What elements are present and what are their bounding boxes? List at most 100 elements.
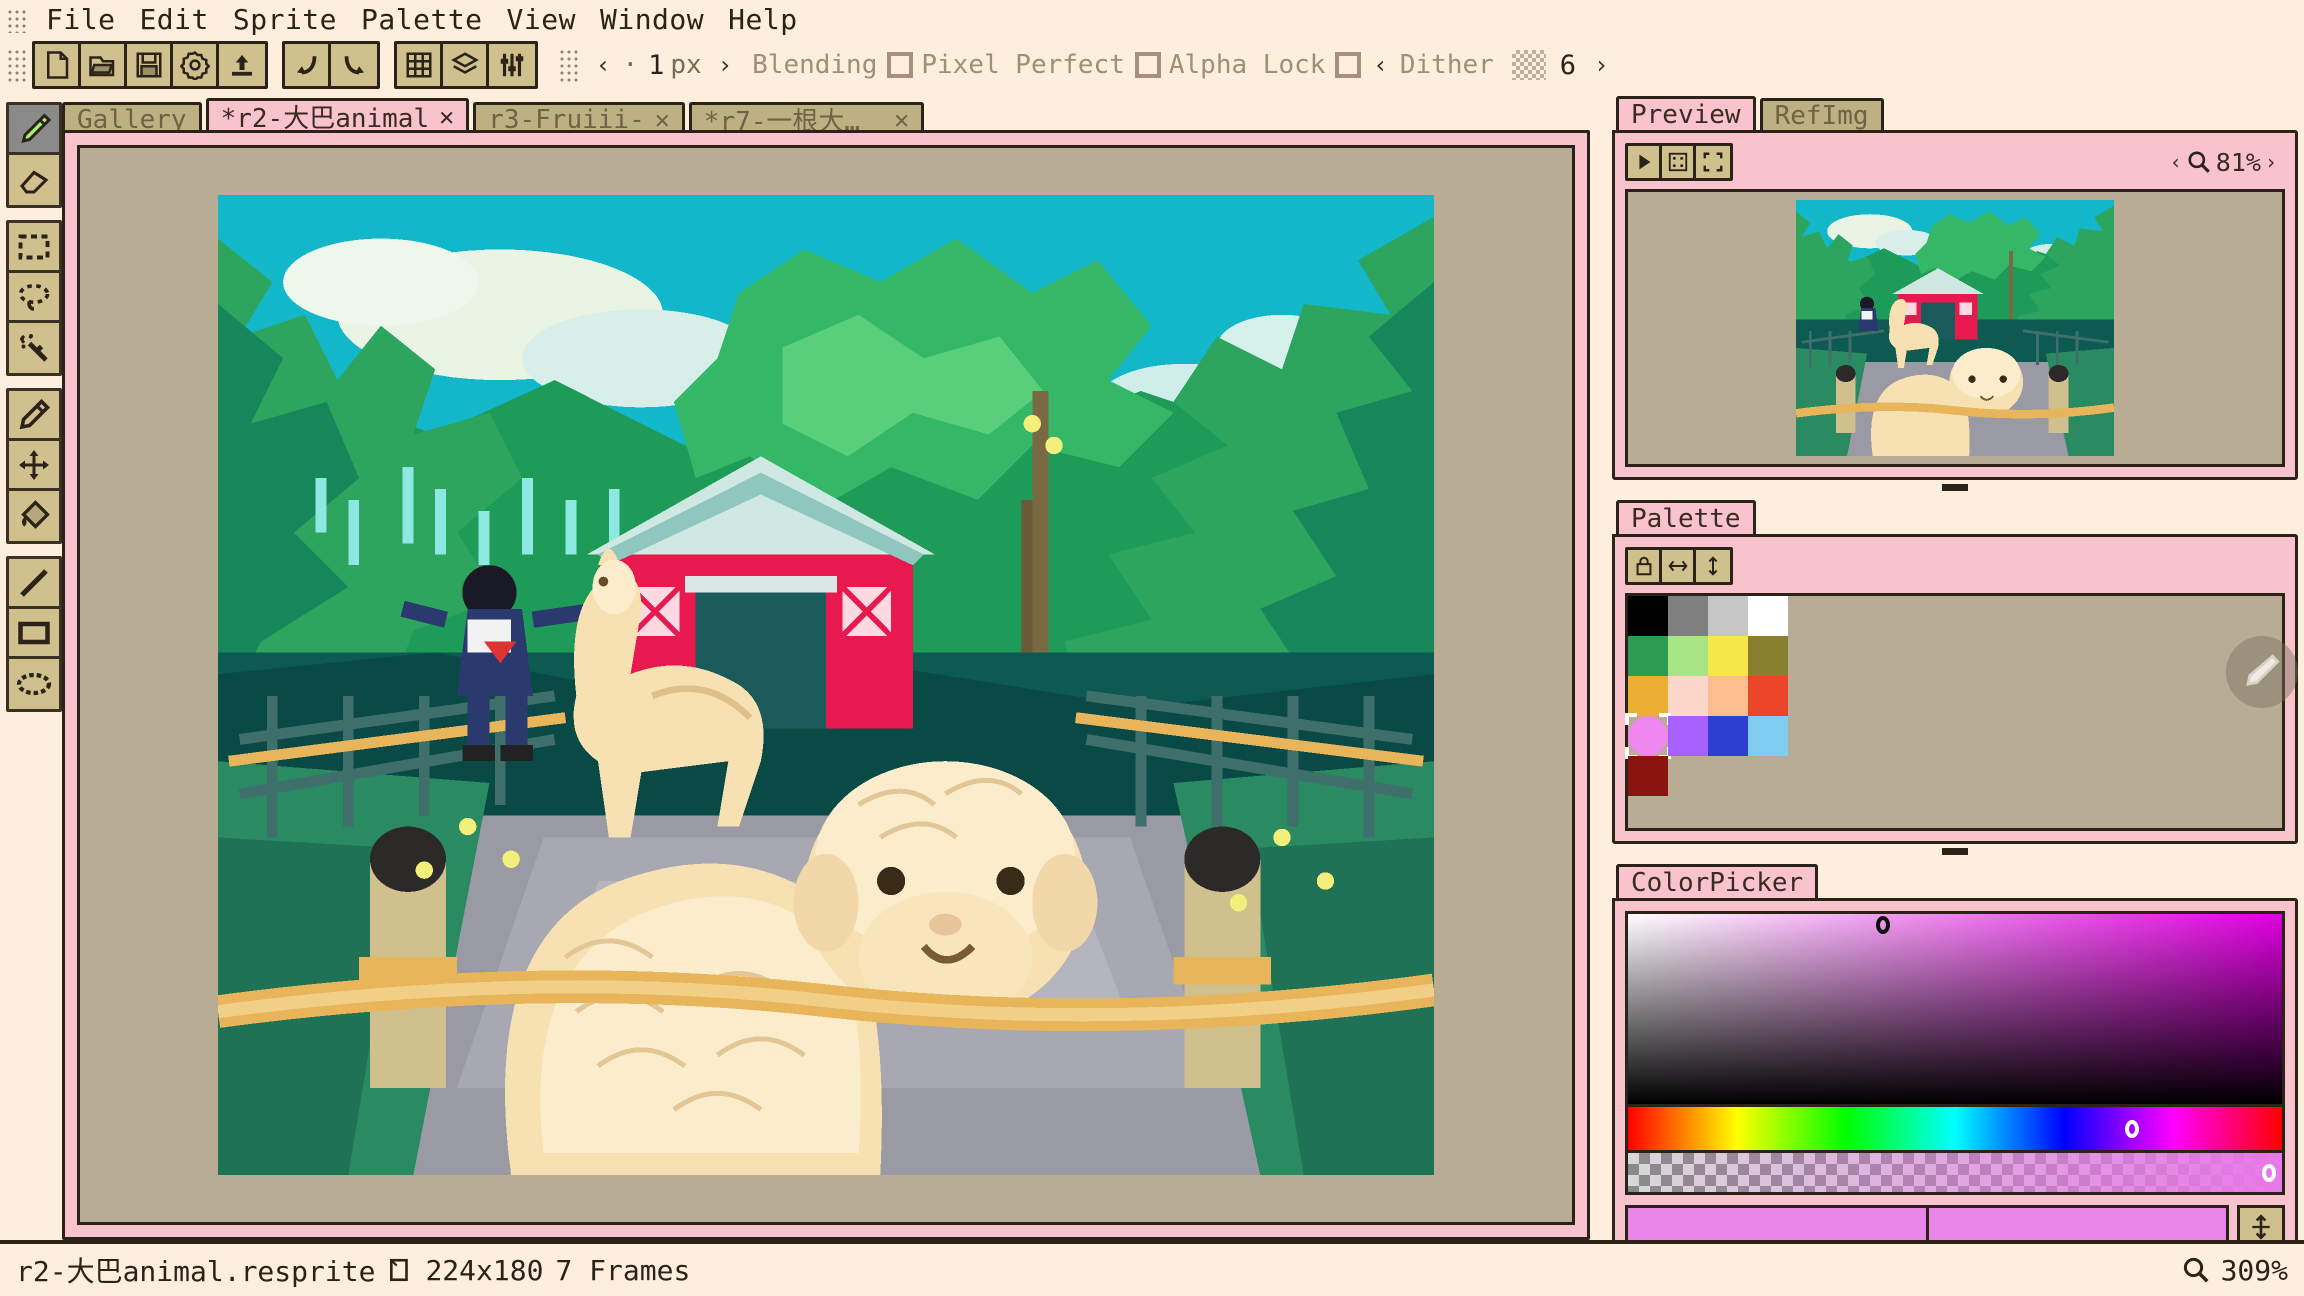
palette-swatch[interactable] (1668, 636, 1708, 676)
alpha-lock-checkbox[interactable] (1335, 52, 1362, 78)
tab-colorpicker[interactable]: ColorPicker (1616, 864, 1819, 898)
tool-group-shape (6, 556, 62, 712)
preview-viewport[interactable] (1625, 189, 2285, 467)
palette-toolbar (1625, 547, 2285, 585)
tab-refimg[interactable]: RefImg (1759, 98, 1884, 131)
options-drag-grip[interactable] (558, 48, 578, 82)
tab-preview-label: Preview (1631, 99, 1741, 130)
preview-zoom-in-button[interactable]: › (2265, 150, 2277, 174)
adjustments-button[interactable] (489, 44, 535, 86)
palette-swatch[interactable] (1708, 596, 1748, 636)
preview-collapse-handle[interactable] (1612, 480, 2298, 494)
palette-swatch[interactable] (1668, 596, 1708, 636)
floating-brush-handle[interactable] (2226, 636, 2298, 708)
dither-value[interactable]: 6 (1554, 50, 1582, 81)
open-folder-icon (88, 56, 114, 77)
preview-zoom-value[interactable]: 81% (2216, 148, 2261, 177)
palette-collapse-handle[interactable] (1612, 844, 2298, 858)
palette-shuffle-button[interactable] (1696, 550, 1730, 582)
palette-swatch[interactable] (1748, 716, 1788, 756)
tool-pencil[interactable] (9, 391, 59, 441)
save-file-button[interactable] (127, 44, 173, 86)
blending-checkbox[interactable] (887, 52, 914, 78)
tool-eraser[interactable] (9, 155, 59, 205)
menu-help[interactable]: Help (716, 1, 809, 39)
sv-cursor[interactable] (1876, 916, 1891, 935)
export-button[interactable] (219, 44, 265, 86)
onion-skin-icon (1668, 152, 1687, 172)
preview-zoom-out-button[interactable]: ‹ (2170, 150, 2182, 174)
canvas-viewport[interactable] (77, 145, 1575, 1225)
brush-size-value[interactable]: 1 (642, 50, 670, 81)
palette-swatch[interactable] (1628, 596, 1668, 636)
palette-swatch[interactable] (1748, 596, 1788, 636)
tool-ellipse[interactable] (9, 659, 59, 709)
palette-swatch-grid[interactable] (1625, 593, 2285, 831)
open-file-button[interactable] (81, 44, 127, 86)
menu-edit[interactable]: Edit (127, 1, 220, 39)
size-decrease-button[interactable]: ‹ (584, 51, 622, 79)
tool-lasso[interactable] (9, 273, 59, 323)
tab-palette[interactable]: Palette (1616, 500, 1756, 534)
menu-window[interactable]: Window (588, 1, 716, 39)
preview-play-button[interactable] (1628, 146, 1662, 178)
size-increase-button[interactable]: › (706, 51, 744, 79)
tool-group-draw (6, 388, 62, 544)
palette-swatch[interactable] (1708, 716, 1748, 756)
status-zoom-level[interactable]: 309% (2221, 1254, 2288, 1287)
hue-cursor[interactable] (2124, 1119, 2139, 1138)
tool-bucket-fill[interactable] (9, 491, 59, 541)
menu-drag-grip[interactable] (6, 7, 28, 33)
palette-swatch[interactable] (1628, 676, 1668, 716)
export-upload-icon (232, 55, 252, 76)
file-button-group (32, 41, 268, 89)
grid-toggle-button[interactable] (397, 44, 443, 86)
palette-swatch[interactable] (1708, 676, 1748, 716)
preview-fit-button[interactable] (1696, 146, 1730, 178)
menu-file[interactable]: File (34, 1, 127, 39)
tool-brush[interactable] (9, 105, 59, 155)
tool-move[interactable] (9, 441, 59, 491)
palette-sort-button[interactable] (1662, 550, 1696, 582)
palette-swatch[interactable] (1668, 716, 1708, 756)
menu-sprite[interactable]: Sprite (221, 1, 349, 39)
dither-pattern-swatch[interactable] (1511, 50, 1546, 80)
pixel-perfect-checkbox[interactable] (1134, 52, 1161, 78)
menu-view[interactable]: View (495, 1, 588, 39)
tab-r2-close-icon[interactable]: ✕ (439, 102, 454, 131)
palette-swatch[interactable] (1628, 756, 1668, 796)
dither-prev-button[interactable]: ‹ (1361, 51, 1399, 79)
new-file-button[interactable] (35, 44, 81, 86)
palette-lock-button[interactable] (1628, 550, 1662, 582)
menu-palette[interactable]: Palette (349, 1, 495, 39)
tab-preview[interactable]: Preview (1616, 96, 1756, 130)
dither-next-button[interactable]: › (1582, 51, 1620, 79)
toolbar-drag-grip[interactable] (6, 48, 26, 82)
eraser-icon (20, 170, 49, 194)
palette-swatch[interactable] (1668, 676, 1708, 716)
redo-button[interactable] (331, 44, 377, 86)
layers-button[interactable] (443, 44, 489, 86)
colorpicker-tab-bar: ColorPicker (1612, 864, 2298, 898)
palette-swatch[interactable] (1748, 676, 1788, 716)
canvas-panel (62, 130, 1590, 1240)
tab-colorpicker-label: ColorPicker (1631, 867, 1804, 898)
palette-swatch[interactable] (1628, 636, 1668, 676)
alpha-slider[interactable] (1625, 1153, 2285, 1195)
palette-swatch[interactable] (1708, 636, 1748, 676)
saturation-value-field[interactable] (1625, 911, 2285, 1107)
tab-r2[interactable]: *r2-大巴animal ✕ (205, 98, 470, 134)
sprite-canvas[interactable] (215, 195, 1437, 1175)
tool-rect-select[interactable] (9, 223, 59, 273)
hue-slider[interactable] (1625, 1107, 2285, 1153)
alpha-cursor[interactable] (2261, 1163, 2276, 1182)
undo-button[interactable] (285, 44, 331, 86)
tool-line[interactable] (9, 559, 59, 609)
brush-icon (21, 112, 52, 143)
tool-magic-wand[interactable] (9, 323, 59, 373)
settings-button[interactable] (173, 44, 219, 86)
palette-swatch-selected[interactable] (1625, 713, 1671, 759)
preview-onion-button[interactable] (1662, 146, 1696, 178)
tool-rectangle[interactable] (9, 609, 59, 659)
palette-swatch[interactable] (1748, 636, 1788, 676)
